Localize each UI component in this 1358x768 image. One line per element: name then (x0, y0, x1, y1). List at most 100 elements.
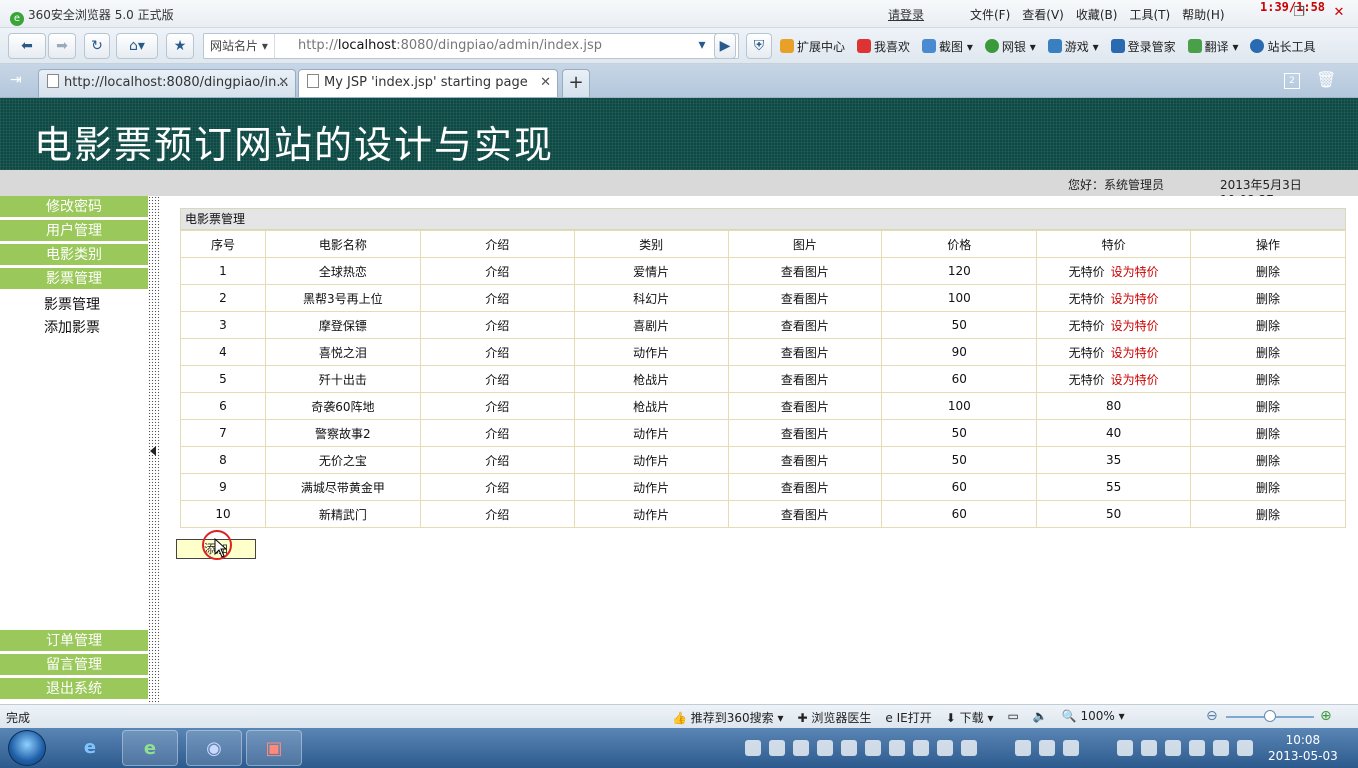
intro-link[interactable]: 介绍 (419, 257, 575, 285)
view-image-link[interactable]: 查看图片 (727, 419, 883, 447)
delete-link[interactable]: 删除 (1190, 365, 1346, 393)
menu-file[interactable]: 文件(F) (970, 6, 1010, 23)
menu-tools[interactable]: 工具(T) (1129, 6, 1170, 23)
zoom-in-icon[interactable]: ⊕ (1320, 708, 1332, 724)
collapse-arrow-icon[interactable] (150, 446, 156, 456)
delete-link[interactable]: 删除 (1190, 500, 1346, 528)
zoom-control[interactable]: 🔍 100% ▾ (1062, 709, 1125, 726)
delete-link[interactable]: 删除 (1190, 338, 1346, 366)
tray-app-icon[interactable] (817, 740, 833, 756)
view-image-link[interactable]: 查看图片 (727, 284, 883, 312)
set-special-price-link[interactable]: 设为特价 (1111, 346, 1159, 360)
home-icon[interactable]: ⌂▾ (116, 33, 158, 59)
sidebar-splitter[interactable] (148, 196, 160, 704)
tray-note-icon[interactable] (889, 740, 905, 756)
delete-link[interactable]: 删除 (1190, 419, 1346, 447)
downloads[interactable]: ⬇ 下载 ▾ (946, 709, 994, 726)
intro-link[interactable]: 介绍 (419, 419, 575, 447)
view-image-link[interactable]: 查看图片 (727, 257, 883, 285)
sidebar-item-logout[interactable]: 退出系统 (0, 678, 148, 700)
games-button[interactable]: 游戏 ▾ (1047, 38, 1099, 55)
intro-link[interactable]: 介绍 (419, 311, 575, 339)
set-special-price-link[interactable]: 设为特价 (1111, 319, 1159, 333)
close-tab-icon[interactable]: ✕ (278, 70, 289, 96)
sound-icon[interactable]: 🔈 (1033, 709, 1048, 726)
tray-device-icon[interactable] (1165, 740, 1181, 756)
sidebar-toggle-icon[interactable]: ⇥ (10, 72, 22, 88)
trash-icon[interactable]: 🗑 (1316, 70, 1336, 89)
menu-view[interactable]: 查看(V) (1022, 6, 1064, 23)
address-dropdown-icon[interactable]: ▾ (692, 33, 712, 59)
sidebar-subitem-ticket-management[interactable]: 影票管理 (44, 294, 100, 314)
delete-link[interactable]: 删除 (1190, 257, 1346, 285)
tray-tool-icon[interactable] (793, 740, 809, 756)
browser-doctor[interactable]: ✚ 浏览器医生 (798, 709, 872, 726)
intro-link[interactable]: 介绍 (419, 473, 575, 501)
tab-admin-index[interactable]: http://localhost:8080/dingpiao/in... ✕ (38, 69, 296, 97)
zoom-slider-handle[interactable] (1264, 710, 1276, 722)
browser-360-taskbar-icon[interactable]: e (122, 730, 178, 766)
shield-icon[interactable]: ⛨ (746, 33, 772, 59)
refresh-icon[interactable]: ↻ (84, 33, 110, 59)
view-image-link[interactable]: 查看图片 (727, 365, 883, 393)
tray-monitor-icon[interactable] (961, 740, 977, 756)
sidebar-item-user-management[interactable]: 用户管理 (0, 220, 148, 242)
delete-link[interactable]: 删除 (1190, 446, 1346, 474)
delete-link[interactable]: 删除 (1190, 284, 1346, 312)
delete-link[interactable]: 删除 (1190, 473, 1346, 501)
login-manager-button[interactable]: 登录管家 (1110, 38, 1176, 55)
tray-mute-icon[interactable] (1189, 740, 1205, 756)
menu-help[interactable]: 帮助(H) (1182, 6, 1224, 23)
recommend-360-search[interactable]: 👍 推荐到360搜索 ▾ (672, 709, 784, 726)
extension-center-button[interactable]: 扩展中心 (780, 38, 845, 55)
sidebar-subitem-add-ticket[interactable]: 添加影票 (44, 317, 100, 337)
system-clock[interactable]: 10:08 2013-05-03 (1268, 732, 1338, 764)
forward-icon[interactable]: ➡ (48, 33, 76, 59)
sidebar-item-ticket-management[interactable]: 影票管理 (0, 268, 148, 290)
tab-count-icon[interactable]: 2 (1284, 73, 1300, 89)
tray-network-icon[interactable] (1141, 740, 1157, 756)
translate-button[interactable]: 翻译 ▾ (1187, 38, 1238, 55)
tray-qq-icon[interactable] (1039, 740, 1055, 756)
back-icon[interactable]: ⬅ (8, 33, 46, 59)
intro-link[interactable]: 介绍 (419, 338, 575, 366)
open-in-ie[interactable]: e IE打开 (885, 709, 931, 726)
view-image-link[interactable]: 查看图片 (727, 311, 883, 339)
close-window-icon[interactable]: ✕ (1330, 4, 1348, 22)
screenshot-button[interactable]: 截图 ▾ (922, 38, 973, 55)
site-card-button[interactable]: 网站名片 ▾ (204, 34, 275, 58)
toolbox-taskbar-icon[interactable]: ▣ (246, 730, 302, 766)
tab-jsp-starting-page[interactable]: My JSP 'index.jsp' starting page ✕ (298, 69, 558, 97)
intro-link[interactable]: 介绍 (419, 365, 575, 393)
tray-network-icon[interactable] (1117, 740, 1133, 756)
tray-keyboard-icon[interactable] (745, 740, 761, 756)
tray-display-icon[interactable] (1237, 740, 1253, 756)
webmaster-tools-button[interactable]: 站长工具 (1250, 38, 1316, 55)
set-special-price-link[interactable]: 设为特价 (1111, 292, 1159, 306)
eclipse-taskbar-icon[interactable]: ◉ (186, 730, 242, 766)
view-image-link[interactable]: 查看图片 (727, 338, 883, 366)
zoom-out-icon[interactable]: ⊖ (1206, 708, 1218, 724)
delete-link[interactable]: 删除 (1190, 311, 1346, 339)
favorite-star-icon[interactable]: ★ (166, 33, 194, 59)
intro-link[interactable]: 介绍 (419, 284, 575, 312)
tray-shield-icon[interactable] (865, 740, 881, 756)
login-link[interactable]: 请登录 (888, 6, 924, 23)
view-image-link[interactable]: 查看图片 (727, 392, 883, 420)
intro-link[interactable]: 介绍 (419, 500, 575, 528)
intro-link[interactable]: 介绍 (419, 392, 575, 420)
tray-qq-icon[interactable] (1063, 740, 1079, 756)
delete-link[interactable]: 删除 (1190, 392, 1346, 420)
new-tab-button[interactable]: + (562, 69, 590, 97)
address-bar[interactable]: 网站名片 ▾ http://localhost:8080/dingpiao/ad… (203, 33, 739, 59)
sidebar-item-change-password[interactable]: 修改密码 (0, 196, 148, 218)
view-image-link[interactable]: 查看图片 (727, 500, 883, 528)
go-icon[interactable]: ▶ (714, 33, 736, 59)
ie-taskbar-icon[interactable]: e (62, 730, 118, 766)
sidebar-item-order-management[interactable]: 订单管理 (0, 630, 148, 652)
tray-input-icon[interactable] (769, 740, 785, 756)
set-special-price-link[interactable]: 设为特价 (1111, 265, 1159, 279)
close-tab-icon[interactable]: ✕ (540, 70, 551, 96)
view-image-link[interactable]: 查看图片 (727, 446, 883, 474)
menu-favorites[interactable]: 收藏(B) (1076, 6, 1118, 23)
